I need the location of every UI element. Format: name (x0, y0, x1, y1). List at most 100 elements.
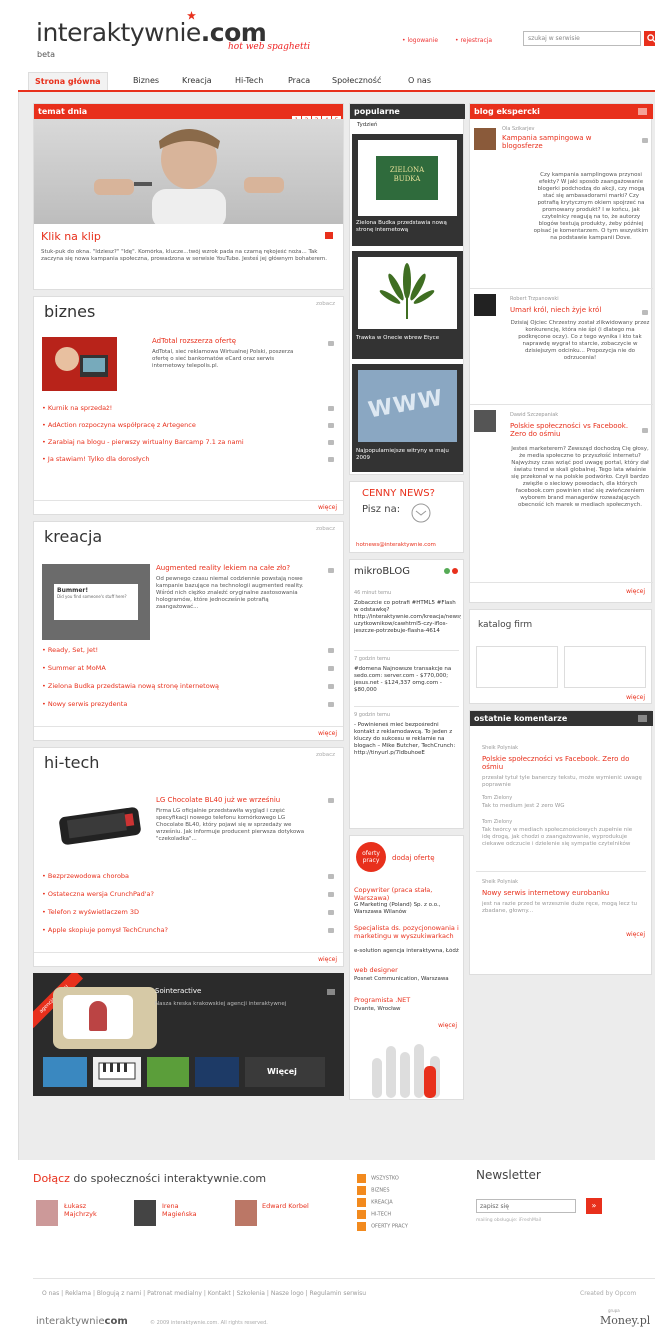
comment-icon[interactable] (328, 928, 334, 933)
hitech-link-4[interactable]: Apple skopiuje pomysł TechCruncha? (42, 926, 168, 934)
kreacja-link-1[interactable]: Ready, Set, Jet! (42, 646, 98, 654)
blog-more-link[interactable]: więcej (626, 588, 645, 595)
agency-more-button[interactable]: Więcej (245, 1057, 325, 1087)
comment-icon[interactable] (642, 138, 648, 143)
biznes-link-2[interactable]: AdAction rozpoczyna współpracę z Artegen… (42, 421, 196, 429)
popular-tab-week[interactable]: Tydzień (354, 121, 381, 129)
footer-link[interactable]: Szkolenia (237, 1290, 265, 1297)
hitech-lead-title[interactable]: LG Chocolate BL40 już we wrześniu (156, 796, 280, 804)
footer-link[interactable]: Nasze logo (271, 1290, 304, 1297)
popular-item-3[interactable]: WWW Najpopularniejsze witryny w maju 200… (352, 364, 463, 472)
hitech-more-link[interactable]: więcej (318, 956, 337, 963)
rss-item[interactable]: HI-TECH (357, 1204, 391, 1219)
comment-icon[interactable] (642, 310, 648, 315)
blog-author-2[interactable]: Robert Trzpanowski (510, 296, 640, 303)
register-link[interactable]: • rejestracja (455, 37, 492, 44)
job-2-title[interactable]: Specjalista ds. pozycjonowania i marketi… (354, 924, 462, 940)
tab-onas[interactable]: O nas (408, 72, 431, 90)
member-3-name[interactable]: Edward Korbel (262, 1202, 332, 1210)
blog-title-1[interactable]: Kampania sampingowa w blogosferze (502, 134, 622, 150)
tab-spolecznosc[interactable]: Społeczność (332, 72, 381, 90)
comment-icon[interactable] (328, 798, 334, 803)
comment-author-4[interactable]: Sheik Polyniak (482, 879, 642, 886)
search-button[interactable] (644, 31, 655, 46)
hitech-link-3[interactable]: Telefon z wyświetlaczem 3D (42, 908, 139, 916)
tab-biznes[interactable]: Biznes (133, 72, 159, 90)
comment-title-4[interactable]: Nowy serwis internetowy eurobanku (482, 889, 642, 897)
avatar[interactable] (474, 294, 496, 316)
hitech-corner[interactable]: zobacz (316, 752, 335, 759)
footer-link[interactable]: Patronat medialny (147, 1290, 202, 1297)
chevron-down-icon[interactable] (638, 715, 647, 722)
comment-icon[interactable] (328, 910, 334, 915)
kreacja-corner[interactable]: zobacz (316, 526, 335, 533)
login-link[interactable]: • logowanie (402, 37, 438, 44)
agency-name[interactable]: Sointeractive (155, 987, 201, 995)
kreacja-title[interactable]: kreacja (44, 527, 102, 546)
avatar[interactable] (235, 1200, 257, 1226)
jobs-add-link[interactable]: dodaj ofertę (392, 854, 435, 862)
tab-hitech[interactable]: Hi-Tech (235, 72, 263, 90)
comment-author-1[interactable]: Sheik Polyniak (482, 745, 642, 752)
newsletter-submit-button[interactable]: » (586, 1198, 602, 1214)
comment-icon[interactable] (328, 406, 334, 411)
kreacja-link-3[interactable]: Zielona Budka przedstawia nową stronę in… (42, 682, 219, 690)
temat-hero-image[interactable] (34, 119, 343, 224)
footer-logo[interactable]: interaktywniecom (36, 1316, 128, 1327)
blog-author-1[interactable]: Ola Szikarjev (502, 126, 622, 133)
comment-icon[interactable] (328, 666, 334, 671)
hitech-link-1[interactable]: Bezprzewodowa choroba (42, 872, 129, 880)
portfolio-thumb-2[interactable] (93, 1057, 141, 1087)
agency-tv-image[interactable] (53, 987, 157, 1049)
tab-home[interactable]: Strona główna (28, 72, 108, 90)
biznes-title[interactable]: biznes (44, 302, 95, 321)
comment-icon[interactable] (328, 457, 334, 462)
biznes-link-3[interactable]: Zarabiaj na blogu - pierwszy wirtualny B… (42, 438, 244, 446)
microblog-title[interactable]: mikroBLOG (354, 566, 410, 577)
cenny-news-email[interactable]: hotnews@interaktywnie.com (356, 542, 436, 548)
jobs-more-link[interactable]: więcej (438, 1022, 457, 1029)
katalog-logo-slot-1[interactable] (476, 646, 558, 688)
avatar[interactable] (474, 410, 496, 432)
kreacja-link-4[interactable]: Nowy serwis prezydenta (42, 700, 127, 708)
katalog-title[interactable]: katalog firm (478, 620, 532, 630)
biznes-lead-image[interactable] (42, 337, 117, 391)
comment-title-1[interactable]: Polskie społeczności vs Facebook. Zero d… (482, 755, 642, 771)
comment-icon[interactable] (328, 684, 334, 689)
search-input[interactable]: szukaj w serwisie (523, 31, 641, 46)
tab-praca[interactable]: Praca (288, 72, 310, 90)
kreacja-lead-image[interactable]: Bummer! Did you find someone's stuff her… (42, 564, 150, 640)
portfolio-thumb-1[interactable] (43, 1057, 87, 1087)
video-icon[interactable] (325, 232, 333, 239)
comment-author-3[interactable]: Tom Zielony (482, 819, 642, 826)
rss-item[interactable]: WSZYSTKO (357, 1168, 399, 1183)
hitech-title[interactable]: hi-tech (44, 753, 99, 772)
tab-kreacja[interactable]: Kreacja (182, 72, 212, 90)
popular-item-1[interactable]: ZIELONA BUDKA Zielona Budka przedstawia … (352, 134, 463, 246)
rss-item[interactable]: OFERTY PRACY (357, 1216, 408, 1231)
footer-link[interactable]: Reklama (65, 1290, 91, 1297)
blog-title-2[interactable]: Umarł król, niech żyje król (510, 306, 640, 314)
newsletter-input[interactable]: zapisz się (476, 1199, 576, 1213)
blog-author-3[interactable]: Dawid Szczepaniak (510, 412, 640, 419)
comment-icon[interactable] (328, 648, 334, 653)
comment-icon[interactable] (328, 702, 334, 707)
member-1-name[interactable]: Łukasz Majchrzyk (64, 1202, 114, 1218)
comment-icon[interactable] (328, 440, 334, 445)
member-2-name[interactable]: Irena Magieńska (162, 1202, 212, 1218)
hitech-link-2[interactable]: Ostateczna wersja CrunchPad'a? (42, 890, 154, 898)
biznes-link-1[interactable]: Kurnik na sprzedaż! (42, 404, 112, 412)
avatar[interactable] (474, 128, 496, 150)
footer-link[interactable]: Blogują z nami (97, 1290, 141, 1297)
popular-item-2[interactable]: Trawka w Onecie wbrew Etyce (352, 251, 463, 359)
portfolio-thumb-4[interactable] (195, 1057, 239, 1087)
job-1-title[interactable]: Copywriter (praca stała, Warszawa) (354, 886, 462, 902)
footer-link[interactable]: Regulamin serwisu (310, 1290, 367, 1297)
footer-credit[interactable]: Created by Opcom (580, 1290, 636, 1297)
kreacja-lead-title[interactable]: Augmented reality lekiem na całe zło? (156, 564, 290, 572)
footer-link[interactable]: Kontakt (208, 1290, 231, 1297)
katalog-logo-slot-2[interactable] (564, 646, 646, 688)
join-title-highlight[interactable]: Dołącz (33, 1172, 70, 1185)
temat-title[interactable]: Klik na klip (41, 230, 101, 243)
comments-more-link[interactable]: więcej (626, 931, 645, 938)
